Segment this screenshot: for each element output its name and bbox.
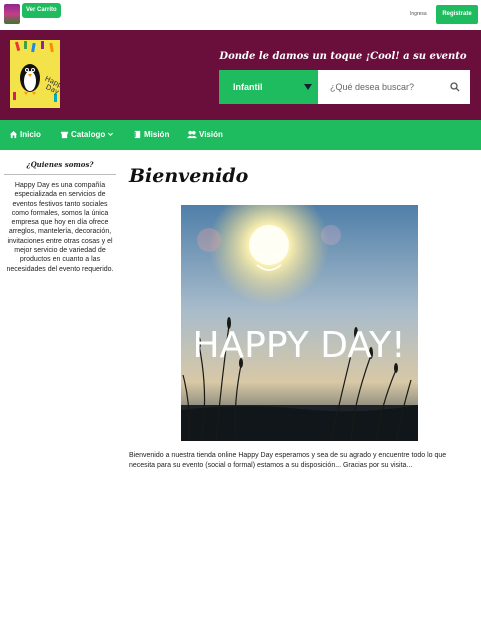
chevron-down-icon (108, 133, 114, 137)
store-icon (60, 132, 69, 139)
hero-image: HAPPY DAY! (181, 205, 418, 441)
register-button[interactable]: Registrate (436, 5, 478, 24)
main-content: Bienvenido HAPPY DAY! Bienvenido a nuest… (129, 165, 474, 469)
search-icon[interactable] (448, 80, 462, 94)
search-bar: Infantil (219, 70, 470, 104)
nav-label: Misión (144, 130, 170, 139)
site-slogan: Donde le damos un toque ¡Cool! a su even… (219, 51, 467, 62)
nav-label: Visión (199, 130, 223, 139)
category-value: Infantil (233, 82, 263, 92)
home-icon (9, 131, 18, 139)
nav-label: Catalogo (71, 130, 106, 139)
logo[interactable]: Happy Day (10, 40, 60, 108)
view-cart-button[interactable]: Ver Carrito (22, 3, 61, 18)
welcome-text: Bienvenido a nuestra tienda online Happy… (129, 452, 447, 469)
main-nav: Inicio Catalogo Misión Visión (0, 120, 481, 150)
login-link[interactable]: Ingresa (410, 11, 427, 17)
nav-item-mision[interactable]: Misión (133, 120, 169, 150)
about-sidebar: ¿Quienes somos? Happy Day es una compañí… (4, 158, 116, 274)
caret-down-icon (304, 84, 312, 90)
nav-item-catalogo[interactable]: Catalogo (60, 120, 116, 150)
nav-label: Inicio (20, 130, 41, 139)
page-title: Bienvenido (129, 165, 249, 187)
penguin-logo-icon: Happy Day (10, 40, 60, 108)
sidebar-title: ¿Quienes somos? (4, 158, 116, 175)
about-text: Happy Day es una compañía especializada … (6, 182, 114, 273)
nav-item-inicio[interactable]: Inicio (9, 120, 41, 150)
top-bar: Ver Carrito Ingresa Registrate (0, 0, 481, 30)
cart-thumbnail[interactable] (4, 4, 20, 24)
nav-item-vision[interactable]: Visión (187, 120, 223, 150)
category-select[interactable]: Infantil (219, 70, 318, 104)
hero-text: HAPPY DAY! (192, 325, 405, 366)
sunset-photo-icon: HAPPY DAY! (181, 205, 418, 441)
book-icon (134, 131, 141, 139)
site-header: Happy Day Donde le damos un toque ¡Cool!… (0, 30, 481, 120)
users-icon (187, 131, 197, 139)
